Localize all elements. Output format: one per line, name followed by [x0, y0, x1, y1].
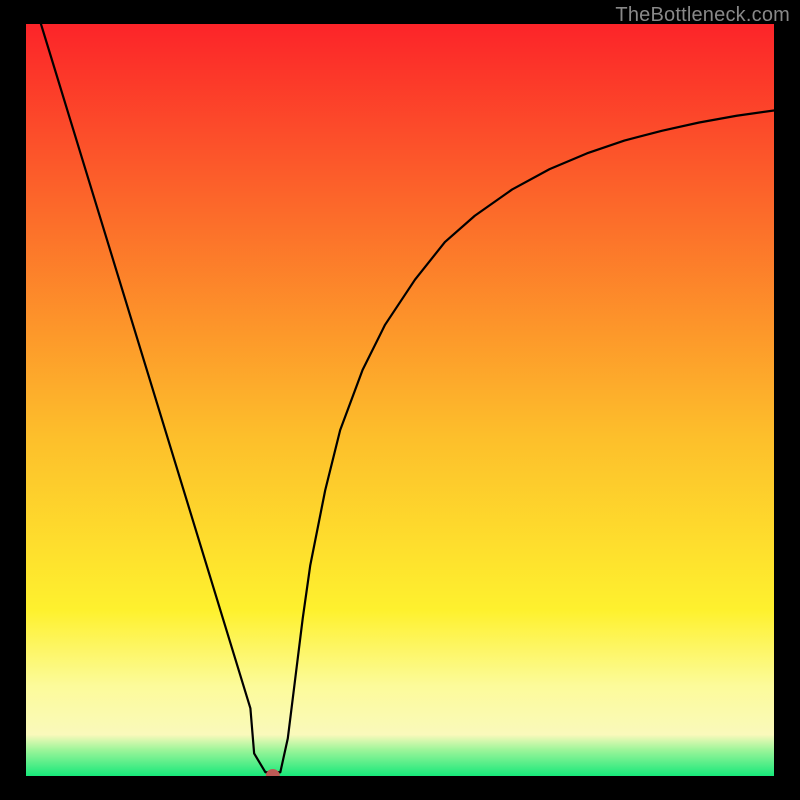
gradient-background [26, 24, 774, 776]
chart-svg [26, 24, 774, 776]
chart-stage: TheBottleneck.com [0, 0, 800, 800]
watermark-text: TheBottleneck.com [615, 4, 790, 27]
plot-area [26, 24, 774, 776]
